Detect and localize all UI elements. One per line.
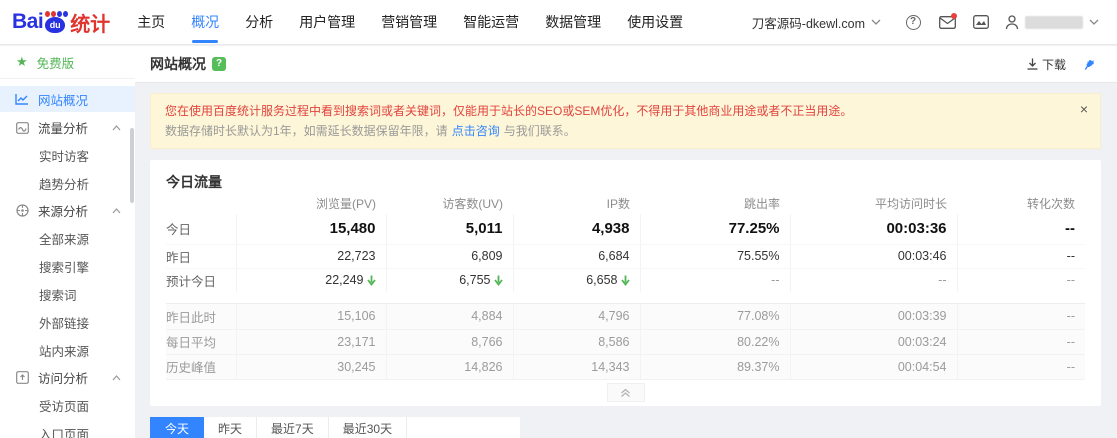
sidebar: ★ 免费版 网站概况 流量分析 实时访客 趋势分析 <box>0 46 135 438</box>
site-selector-label: 刀客源码-dkewl.com <box>752 13 865 32</box>
consult-link[interactable]: 点击咨询 <box>452 124 500 138</box>
baidu-paw-icon: du <box>44 10 68 34</box>
chevron-up-icon <box>112 375 121 381</box>
reference-table: 昨日此时 15,106 4,884 4,796 77.08% 00:03:39 … <box>166 304 1085 380</box>
col-duration: 平均访问时长 <box>790 192 957 214</box>
sidebar-item-external-links[interactable]: 外部链接 <box>0 308 135 336</box>
trend-down-icon <box>621 275 630 286</box>
download-icon <box>1027 58 1038 70</box>
mail-icon[interactable] <box>937 12 957 32</box>
content-header: 网站概况 ? 下载 <box>135 46 1117 83</box>
col-bounce: 跳出率 <box>640 192 790 214</box>
tab-today[interactable]: 今天 <box>150 417 204 438</box>
plan-badge-free[interactable]: ★ 免费版 <box>0 46 135 79</box>
main-nav: 主页 概况 分析 用户管理 营销管理 智能运营 数据管理 使用设置 <box>124 0 696 45</box>
traffic-icon <box>15 121 29 135</box>
tab-last-7-days[interactable]: 最近7天 <box>257 417 329 438</box>
sidebar-item-search-engines[interactable]: 搜索引擎 <box>0 252 135 280</box>
sidebar-item-trend-analysis[interactable]: 趋势分析 <box>0 169 135 197</box>
sidebar-group-label: 访问分析 <box>38 368 88 387</box>
user-menu[interactable] <box>1005 15 1099 30</box>
nav-settings[interactable]: 使用设置 <box>627 0 683 45</box>
nav-data-management[interactable]: 数据管理 <box>545 0 601 45</box>
top-bar: Bai du 统计 主页 概况 分析 用户管理 营销管理 智能运营 数据管理 使… <box>0 0 1117 45</box>
collapse-row <box>166 380 1085 406</box>
chevron-down-icon <box>871 19 881 25</box>
notice-line2: 数据存储时长默认为1年，如需延长数据保留年限，请点击咨询与我们联系。 <box>165 121 1070 141</box>
table-row-today: 今日 15,480 5,011 4,938 77.25% 00:03:36 -- <box>166 214 1085 244</box>
sidebar-group-visit-analysis[interactable]: 访问分析 <box>0 364 135 391</box>
chevron-down-icon <box>1089 19 1099 25</box>
gallery-icon[interactable] <box>971 12 991 32</box>
download-button[interactable]: 下载 <box>1027 56 1066 73</box>
page-help-icon[interactable]: ? <box>212 57 226 71</box>
pin-icon[interactable] <box>1082 57 1097 72</box>
date-range-tabs: 今天 昨天 最近7天 最近30天 <box>150 417 520 438</box>
sidebar-scrollbar-thumb[interactable] <box>130 128 134 203</box>
sidebar-item-site-overview[interactable]: 网站概况 <box>0 86 135 112</box>
visit-icon <box>15 371 29 385</box>
user-icon <box>1005 15 1019 30</box>
username-redacted <box>1025 16 1083 29</box>
table-row-yesterday: 昨日 22,723 6,809 6,684 75.55% 00:03:46 -- <box>166 244 1085 268</box>
sidebar-item-search-terms[interactable]: 搜索词 <box>0 280 135 308</box>
sidebar-item-all-sources[interactable]: 全部来源 <box>0 224 135 252</box>
collapse-button[interactable] <box>607 383 645 402</box>
top-right-cluster: 刀客源码-dkewl.com ? <box>752 12 1099 32</box>
plan-label: 免费版 <box>37 53 75 72</box>
logo-text-product: 统计 <box>70 8 110 37</box>
tab-last-30-days[interactable]: 最近30天 <box>329 417 407 438</box>
line-chart-icon <box>15 92 29 106</box>
chevron-up-icon <box>112 125 121 131</box>
table-row-yesterday-now: 昨日此时 15,106 4,884 4,796 77.08% 00:03:39 … <box>166 304 1085 329</box>
col-pv: 浏览量(PV) <box>236 192 386 214</box>
trend-down-icon <box>494 275 503 286</box>
col-conversions: 转化次数 <box>957 192 1085 214</box>
table-header-row: 浏览量(PV) 访客数(UV) IP数 跳出率 平均访问时长 转化次数 <box>166 192 1085 214</box>
star-icon: ★ <box>16 54 28 70</box>
help-icon[interactable]: ? <box>903 12 923 32</box>
table-row-daily-average: 每日平均 23,171 8,766 8,586 80.22% 00:03:24 … <box>166 329 1085 354</box>
source-icon <box>15 204 29 218</box>
sidebar-item-internal-sources[interactable]: 站内来源 <box>0 336 135 364</box>
chevron-up-icon <box>112 208 121 214</box>
sidebar-item-realtime-visitors[interactable]: 实时访客 <box>0 141 135 169</box>
site-selector[interactable]: 刀客源码-dkewl.com <box>752 13 881 32</box>
trend-down-icon <box>367 275 376 286</box>
traffic-table: 浏览量(PV) 访客数(UV) IP数 跳出率 平均访问时长 转化次数 今日 1… <box>166 192 1085 292</box>
card-title: 今日流量 <box>166 172 1085 192</box>
tab-yesterday[interactable]: 昨天 <box>204 417 257 438</box>
close-icon[interactable]: × <box>1080 102 1088 116</box>
sidebar-group-traffic-analysis[interactable]: 流量分析 <box>0 114 135 141</box>
nav-analysis[interactable]: 分析 <box>245 0 273 45</box>
sidebar-item-visited-pages[interactable]: 受访页面 <box>0 391 135 419</box>
nav-overview[interactable]: 概况 <box>191 0 219 45</box>
logo-text-bai: Bai <box>12 10 43 34</box>
sidebar-item-entry-pages[interactable]: 入口页面 <box>0 419 135 438</box>
nav-smart-ops[interactable]: 智能运营 <box>463 0 519 45</box>
sidebar-item-label: 网站概况 <box>38 90 88 109</box>
page-title: 网站概况 <box>150 54 206 74</box>
notice-line1: 您在使用百度统计服务过程中看到搜索词或者关键词，仅能用于站长的SEO或SEM优化… <box>165 101 1070 121</box>
baidu-tongji-app: Bai du 统计 主页 概况 分析 用户管理 营销管理 智能运营 数据管理 使… <box>0 0 1117 438</box>
col-uv: 访客数(UV) <box>386 192 513 214</box>
table-row-historical-peak: 历史峰值 30,245 14,826 14,343 89.37% 00:04:5… <box>166 354 1085 379</box>
sidebar-nav: 网站概况 流量分析 实时访客 趋势分析 来源分析 全部来源 搜索引擎 搜索词 <box>0 86 135 438</box>
baidu-tongji-logo[interactable]: Bai du 统计 <box>12 0 110 45</box>
section-divider <box>166 292 1085 304</box>
table-row-forecast-today: 预计今日 22,249 6,755 6,658 -- -- -- <box>166 268 1085 292</box>
notification-dot <box>951 13 957 19</box>
sidebar-group-label: 流量分析 <box>38 118 88 137</box>
col-ip: IP数 <box>513 192 640 214</box>
nav-home[interactable]: 主页 <box>137 0 165 45</box>
notice-banner: 您在使用百度统计服务过程中看到搜索词或者关键词，仅能用于站长的SEO或SEM优化… <box>150 93 1101 149</box>
sidebar-group-source-analysis[interactable]: 来源分析 <box>0 197 135 224</box>
double-chevron-up-icon <box>620 388 631 398</box>
nav-user-management[interactable]: 用户管理 <box>299 0 355 45</box>
today-traffic-card: 今日流量 浏览量(PV) 访客数(UV) IP数 跳出率 平均访问时长 转化次数 <box>150 160 1101 406</box>
download-label: 下载 <box>1042 56 1066 73</box>
sidebar-group-label: 来源分析 <box>38 201 88 220</box>
nav-marketing[interactable]: 营销管理 <box>381 0 437 45</box>
main-content: 网站概况 ? 下载 您在使用百度统计服务过程中看到搜索词或者关键词，仅能用于站长… <box>135 46 1117 438</box>
